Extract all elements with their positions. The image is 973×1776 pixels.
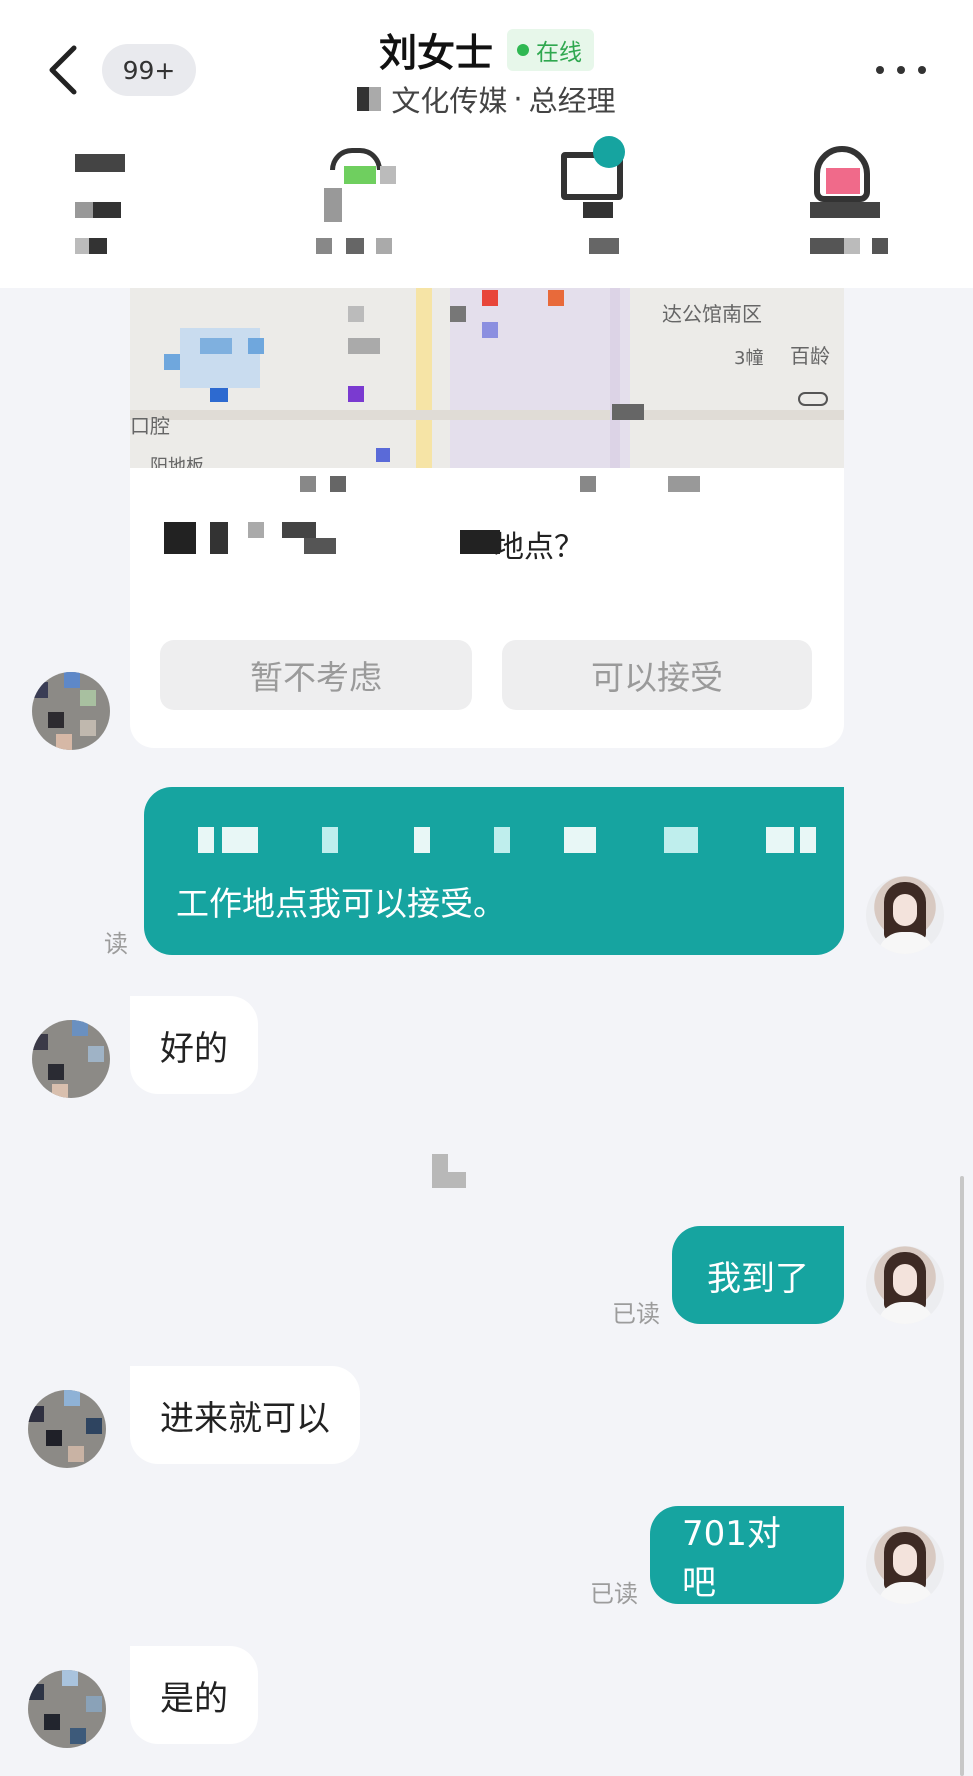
decline-button[interactable]: 暂不考虑: [160, 640, 472, 710]
message-bubble-incoming[interactable]: 进来就可以: [130, 1366, 360, 1464]
online-status-text: 在线: [536, 39, 582, 66]
my-avatar[interactable]: [866, 876, 944, 954]
location-confirm-card: 达公馆南区 3幢 百龄 口腔 阳地板 地点？ 暂不考虑 可以接受: [130, 288, 844, 748]
read-receipt: 读: [104, 930, 128, 958]
contact-avatar[interactable]: [28, 1390, 106, 1468]
question-text: 地点？: [494, 530, 584, 565]
message-text: 我到了: [707, 1258, 809, 1299]
accept-button[interactable]: 可以接受: [502, 640, 812, 710]
map-label-5: 阳地板: [150, 456, 204, 468]
contact-position: 总经理: [528, 84, 616, 118]
message-bubble-incoming[interactable]: 好的: [130, 996, 258, 1094]
message-bubble-outgoing[interactable]: 701对吧: [650, 1506, 844, 1604]
message-text: 进来就可以: [160, 1398, 330, 1439]
my-avatar[interactable]: [866, 1246, 944, 1324]
map-label-1: 达公馆南区: [662, 302, 762, 326]
message-bubble-outgoing[interactable]: 我到了: [672, 1226, 844, 1324]
contact-avatar[interactable]: [32, 1020, 110, 1098]
title-row: 刘女士 在线: [0, 22, 973, 77]
contact-avatar[interactable]: [32, 672, 110, 750]
map-label-4: 口腔: [130, 414, 170, 438]
message-bubble-outgoing[interactable]: 工作地点我可以接受。: [144, 787, 844, 955]
more-options-icon[interactable]: [876, 56, 926, 84]
map-label-2: 3幢: [734, 348, 764, 369]
message-text: 好的: [160, 1028, 228, 1069]
message-text: 工作地点我可以接受。: [176, 884, 506, 923]
online-status-badge: 在线: [507, 28, 594, 71]
system-notice-icon: [432, 1154, 466, 1188]
company-name: 文化传媒: [391, 84, 508, 118]
online-dot-icon: [517, 43, 529, 56]
quick-action-3[interactable]: [553, 136, 663, 260]
quick-action-bar: [0, 136, 973, 270]
read-receipt: 已读: [612, 1300, 660, 1328]
contact-subtitle: 文化传媒 · 总经理: [0, 78, 973, 120]
redacted-company-mosaic: [357, 87, 382, 111]
map-label-3: 百龄: [790, 344, 830, 368]
message-text: 是的: [160, 1678, 228, 1719]
quick-action-2[interactable]: [310, 140, 420, 260]
read-receipt: 已读: [590, 1580, 638, 1608]
contact-name: 刘女士: [378, 31, 493, 75]
quick-action-4[interactable]: [796, 140, 906, 260]
location-question: 地点？: [164, 476, 804, 580]
my-avatar[interactable]: [866, 1526, 944, 1604]
location-map[interactable]: 达公馆南区 3幢 百龄 口腔 阳地板: [130, 288, 844, 468]
chat-header: 99+ 刘女士 在线 文化传媒 · 总经理: [0, 0, 973, 288]
chat-scrollbar[interactable]: [960, 1176, 964, 1776]
message-bubble-incoming[interactable]: 是的: [130, 1646, 258, 1744]
quick-action-1[interactable]: [67, 140, 177, 260]
message-text: 701对吧: [682, 1514, 781, 1603]
subtitle-separator: ·: [513, 82, 523, 116]
contact-avatar[interactable]: [28, 1670, 106, 1748]
